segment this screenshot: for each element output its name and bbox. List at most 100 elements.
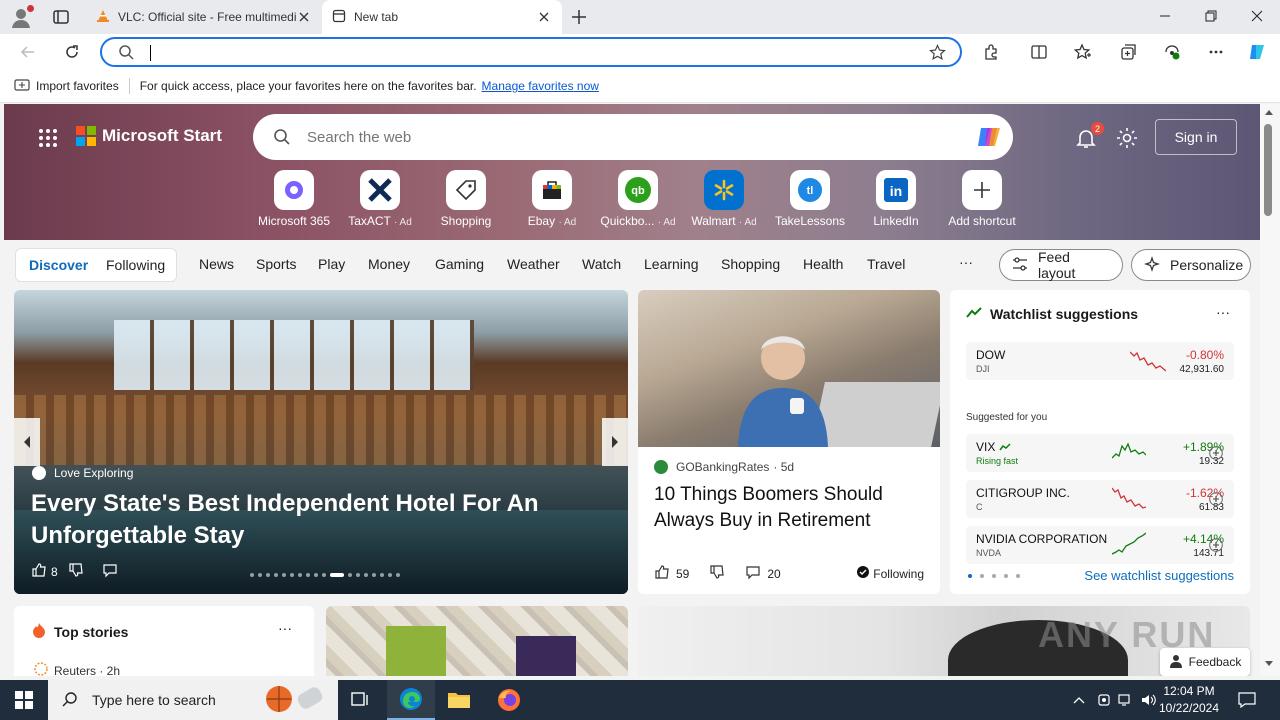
thumbs-down-icon[interactable] <box>709 564 725 583</box>
settings-more-icon[interactable] <box>1202 38 1230 66</box>
web-search-input[interactable] <box>307 127 907 147</box>
tab-discover[interactable]: Discover <box>29 257 88 273</box>
meet-now-icon[interactable] <box>1094 680 1114 720</box>
sign-in-button[interactable]: Sign in <box>1155 119 1237 155</box>
top-stories-more-button[interactable]: ··· <box>278 620 292 636</box>
add-shortcut-button[interactable]: Add shortcut <box>940 170 1024 228</box>
shortcut-quickbooks[interactable]: qb Quickbo... · Ad <box>596 170 680 228</box>
news-story-card[interactable]: GOBankingRates · 5d 10 Things Boomers Sh… <box>638 290 940 594</box>
nav-item[interactable]: News <box>199 256 234 272</box>
nav-more-button[interactable]: ··· <box>959 254 973 270</box>
featured-carousel-card[interactable]: Love Exploring Every State's Best Indepe… <box>14 290 628 594</box>
minimize-button[interactable] <box>1142 0 1188 32</box>
favorite-star-icon[interactable] <box>929 44 946 64</box>
close-tab-icon[interactable] <box>296 9 312 25</box>
notification-center-icon[interactable] <box>1234 680 1260 720</box>
system-clock[interactable]: 12:04 PM 10/22/2024 <box>1148 683 1230 717</box>
restore-button[interactable] <box>1188 0 1234 32</box>
copilot-icon[interactable] <box>1244 38 1272 66</box>
profile-avatar-icon[interactable] <box>10 5 34 28</box>
address-input[interactable] <box>154 43 914 63</box>
tab-vlc[interactable]: VLC: Official site - Free multimedia sol… <box>86 0 322 34</box>
story-image-card[interactable] <box>326 606 628 676</box>
web-search-box[interactable] <box>253 114 1013 160</box>
edge-taskbar-icon[interactable] <box>387 680 435 720</box>
nav-item[interactable]: Money <box>368 256 410 272</box>
tab-actions-icon[interactable] <box>50 6 72 28</box>
nav-item[interactable]: Learning <box>644 256 699 272</box>
collections-icon[interactable] <box>1114 38 1142 66</box>
feedback-button[interactable]: Feedback <box>1160 648 1250 676</box>
new-tab-button[interactable] <box>568 6 590 28</box>
nav-item[interactable]: Shopping <box>721 256 780 272</box>
video-story-card[interactable]: ANY RUN <box>638 606 1250 676</box>
tab-following[interactable]: Following <box>106 257 165 273</box>
thumbs-down-icon[interactable] <box>68 562 84 581</box>
feed-layout-button[interactable]: Feed layout <box>999 249 1123 281</box>
nav-item[interactable]: Travel <box>867 256 905 272</box>
scroll-down-icon[interactable] <box>1264 660 1274 670</box>
add-to-watchlist-icon[interactable] <box>1209 538 1223 555</box>
shortcut-taxact[interactable]: TaxACT · Ad <box>338 170 422 228</box>
shortcut-microsoft365[interactable]: Microsoft 365 <box>252 170 336 228</box>
nav-item[interactable]: Health <box>803 256 843 272</box>
nav-item[interactable]: Gaming <box>435 256 484 272</box>
thumbs-up-icon[interactable] <box>31 562 47 581</box>
carousel-prev-button[interactable] <box>14 418 40 466</box>
scrollbar-thumb[interactable] <box>1264 124 1272 216</box>
start-button[interactable] <box>0 680 48 720</box>
tab-new-tab[interactable]: New tab <box>322 0 562 34</box>
favorites-icon[interactable] <box>1069 38 1097 66</box>
import-favorites-button[interactable]: Import favorites <box>14 77 119 96</box>
manage-favorites-link[interactable]: Manage favorites now <box>482 79 599 93</box>
add-to-watchlist-icon[interactable] <box>1209 446 1223 463</box>
comment-icon[interactable] <box>745 564 761 583</box>
taskbar-search-box[interactable]: Type here to search <box>48 680 338 720</box>
add-to-watchlist-icon[interactable] <box>1209 492 1223 509</box>
address-bar[interactable] <box>100 37 962 67</box>
stock-row[interactable]: VIX Rising fast +1.89% 19.32 <box>966 434 1234 472</box>
shortcut-ebay[interactable]: Ebay · Ad <box>510 170 594 228</box>
microsoft-start-logo[interactable]: Microsoft Start <box>76 126 222 146</box>
copilot-icon[interactable] <box>975 123 1003 154</box>
nav-item[interactable]: Sports <box>256 256 296 272</box>
close-tab-icon[interactable] <box>536 9 552 25</box>
firefox-icon[interactable] <box>485 680 533 720</box>
ad-label: · Ad <box>738 217 757 228</box>
shortcut-linkedin[interactable]: in LinkedIn <box>854 170 938 228</box>
network-icon[interactable] <box>1116 680 1136 720</box>
stock-row[interactable]: DOW DJI -0.80% 42,931.60 <box>966 342 1234 380</box>
featured-headline[interactable]: Every State's Best Independent Hotel For… <box>31 488 591 552</box>
stock-row[interactable]: NVIDIA CORPORATION NVDA +4.14% 143.71 <box>966 526 1234 564</box>
back-button[interactable] <box>14 38 42 66</box>
see-watchlist-link[interactable]: See watchlist suggestions <box>1084 568 1234 583</box>
file-explorer-icon[interactable] <box>435 680 483 720</box>
nav-item[interactable]: Watch <box>582 256 621 272</box>
app-launcher-icon[interactable] <box>38 128 58 148</box>
shortcut-walmart[interactable]: Walmart · Ad <box>682 170 766 228</box>
scroll-up-icon[interactable] <box>1264 108 1274 118</box>
watchlist-more-button[interactable]: ··· <box>1216 304 1230 320</box>
personalize-button[interactable]: Personalize <box>1131 249 1251 281</box>
nav-item[interactable]: Weather <box>507 256 560 272</box>
shortcut-takelessons[interactable]: tl TakeLessons <box>768 170 852 228</box>
performance-icon[interactable] <box>1158 38 1186 66</box>
shortcut-shopping[interactable]: Shopping <box>424 170 508 228</box>
split-screen-icon[interactable] <box>1025 38 1053 66</box>
extensions-icon[interactable] <box>977 38 1005 66</box>
page-scrollbar[interactable] <box>1260 104 1280 676</box>
refresh-button[interactable] <box>58 38 86 66</box>
carousel-next-button[interactable] <box>602 418 628 466</box>
tray-overflow-icon[interactable] <box>1068 680 1090 720</box>
thumbs-up-icon[interactable] <box>654 564 670 583</box>
comment-icon[interactable] <box>102 562 118 581</box>
stock-row[interactable]: CITIGROUP INC. C -1.62% 61.83 <box>966 480 1234 518</box>
story-headline[interactable]: 10 Things Boomers Should Always Buy in R… <box>654 482 924 534</box>
nav-item[interactable]: Play <box>318 256 345 272</box>
close-window-button[interactable] <box>1234 0 1280 32</box>
brand-name: Microsoft Start <box>102 126 222 145</box>
notifications-bell-icon[interactable]: 2 <box>1074 122 1104 150</box>
task-view-icon[interactable] <box>336 680 384 720</box>
following-indicator[interactable]: Following <box>857 566 924 581</box>
gear-icon[interactable] <box>1115 126 1139 150</box>
